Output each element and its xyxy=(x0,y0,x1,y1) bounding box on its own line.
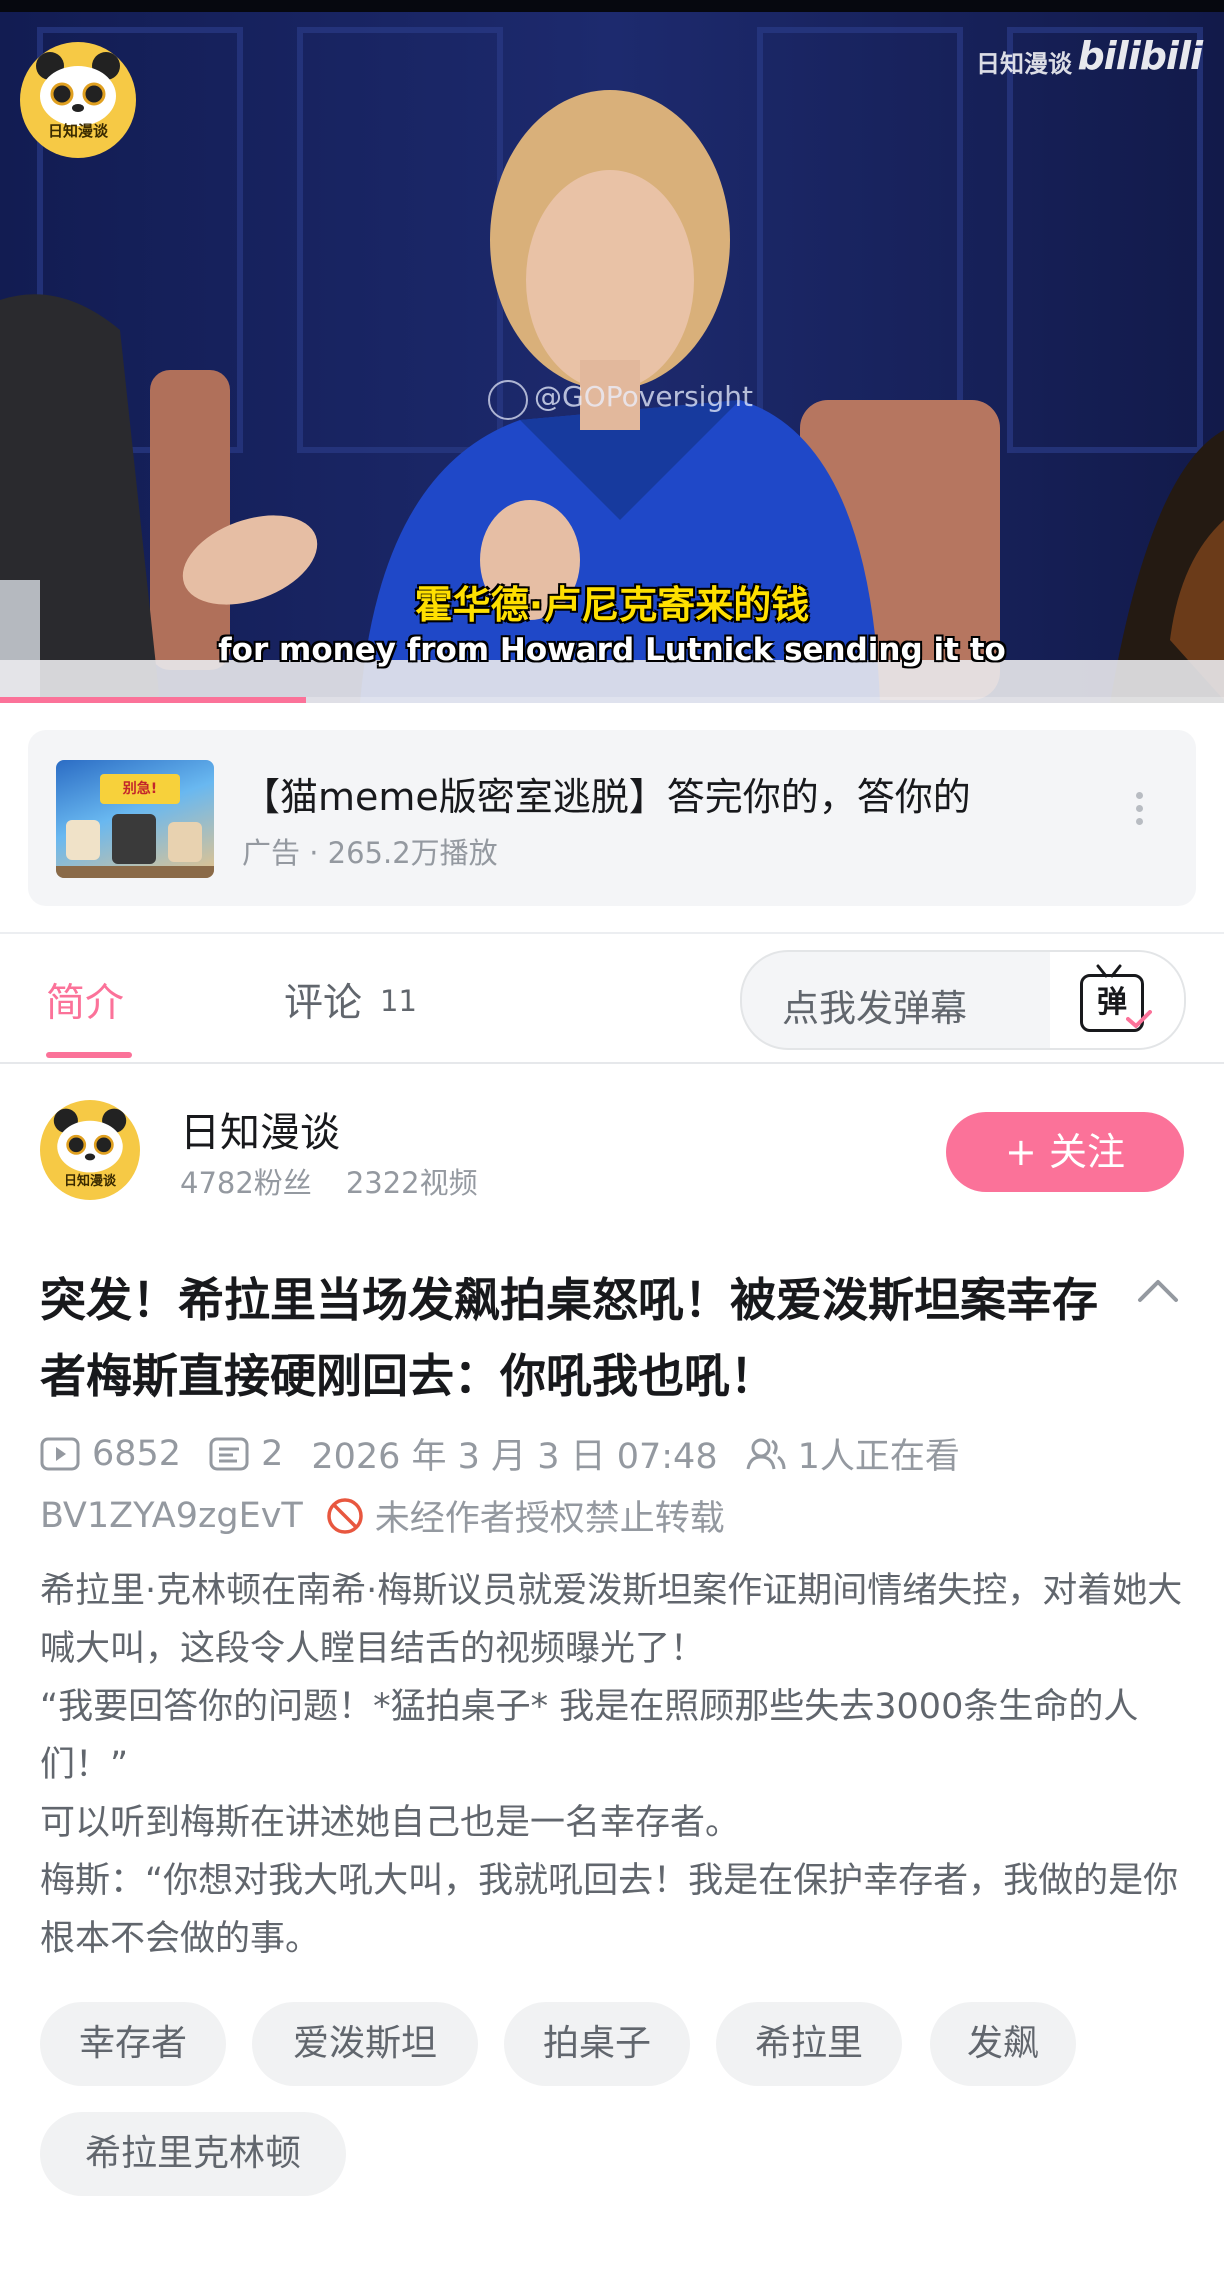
tab-intro[interactable]: 简介 xyxy=(46,972,124,1028)
collapse-chevron-icon[interactable] xyxy=(1136,1276,1180,1304)
description-line: 梅斯：“你想对我大吼大叫，我就吼回去！我是在保护幸存者，我做的是你根本不会做的事… xyxy=(40,1861,1179,1959)
video-player[interactable]: 日知漫谈 日知漫谈 bilibili @GOPoversight 霍华德·卢尼克… xyxy=(0,0,1224,703)
danmaku-count-icon xyxy=(209,1437,249,1470)
danmaku-input[interactable]: 点我发弹幕 弹 xyxy=(740,950,1186,1050)
more-vertical-icon[interactable] xyxy=(1136,792,1144,831)
danmaku-placeholder: 点我发弹幕 xyxy=(782,987,967,1030)
follow-button[interactable]: + 关注 xyxy=(946,1112,1184,1192)
ad-thumbnail-banner: 别急! xyxy=(100,774,180,804)
play-count-icon xyxy=(40,1437,80,1470)
description-line: “我要回答你的问题！*猛拍桌子* 我是在照顾那些失去3000条生命的人们！” xyxy=(40,1687,1139,1785)
channel-logo-text: 日知漫谈 xyxy=(47,122,108,140)
ad-title[interactable]: 【猫meme版密室逃脱】答完你的，答你的 xyxy=(242,766,971,821)
ad-thumbnail: 别急! xyxy=(56,760,214,878)
channel-logo-avatar: 日知漫谈 xyxy=(20,42,136,158)
uploader-videos: 2322视频 xyxy=(345,1166,478,1200)
tab-comments[interactable]: 评论 xyxy=(284,972,362,1028)
overlay-handle-text: @GOPoversight xyxy=(534,380,753,413)
uploader-stats: 4782粉丝 2322视频 xyxy=(180,1160,512,1202)
avatar-text: 日知漫谈 xyxy=(63,1174,116,1189)
video-stats-row: 6852 2 2026 年 3 月 3 日 07:48 1人正在看 xyxy=(40,1428,988,1479)
ad-meta: 广告 · 265.2万播放 xyxy=(242,836,498,870)
tag-chip[interactable]: 幸存者 xyxy=(40,2002,226,2086)
no-repost-icon xyxy=(327,1497,363,1534)
watching-icon xyxy=(746,1438,786,1469)
ad-card[interactable]: 别急! 【猫meme版密室逃脱】答完你的，答你的 广告 · 265.2万播放 xyxy=(28,730,1196,906)
tag-chip[interactable]: 希拉里 xyxy=(716,2002,902,2086)
progress-bar-fill xyxy=(0,697,306,703)
copyright-notice: 未经作者授权禁止转载 xyxy=(374,1499,725,1539)
video-description: 希拉里·克林顿在南希·梅斯议员就爱泼斯坦案作证期间情绪失控，对着她大喊大叫，这段… xyxy=(40,1562,1190,1968)
description-line: 可以听到梅斯在讲述她自己也是一名幸存者。 xyxy=(40,1803,741,1843)
detail-tabs: 简介 评论 11 点我发弹幕 弹 xyxy=(0,932,1224,1064)
tab-active-indicator xyxy=(46,1052,132,1058)
status-bar-strip xyxy=(0,0,1224,12)
tag-chip[interactable]: 拍桌子 xyxy=(504,2002,690,2086)
video-title: 突发！希拉里当场发飙拍桌怒吼！被爱泼斯坦案幸存者梅斯直接硬刚回去：你吼我也吼！ xyxy=(40,1273,1098,1403)
ad-thumbnail-cats xyxy=(56,814,214,878)
publish-date: 2026 年 3 月 3 日 07:48 xyxy=(311,1437,718,1477)
video-id-row: BV1ZYA9zgEvT 未经作者授权禁止转载 xyxy=(40,1490,725,1541)
subtitle-english: for money from Howard Lutnick sending it… xyxy=(218,632,1006,668)
tag-chip[interactable]: 爱泼斯坦 xyxy=(252,2002,478,2086)
progress-bar[interactable] xyxy=(0,697,1224,703)
uploader-name[interactable]: 日知漫谈 xyxy=(180,1100,340,1158)
danmaku-count: 2 xyxy=(261,1433,284,1474)
bvid[interactable]: BV1ZYA9zgEvT xyxy=(40,1496,303,1536)
avatar[interactable]: 日知漫谈 xyxy=(40,1100,140,1200)
tag-chip[interactable]: 发飙 xyxy=(930,2002,1076,2086)
view-count: 6852 xyxy=(92,1433,182,1474)
tab-comments-count: 11 xyxy=(380,984,417,1018)
watching-now: 1人正在看 xyxy=(797,1437,960,1477)
uploader-fans: 4782粉丝 xyxy=(180,1166,312,1200)
subtitle-chinese: 霍华德·卢尼克寄来的钱 xyxy=(414,583,810,627)
watermark-channel: 日知漫谈 xyxy=(976,50,1072,78)
tag-chip[interactable]: 希拉里克林顿 xyxy=(40,2112,346,2196)
overlay-seal-icon xyxy=(488,380,528,420)
description-line: 希拉里·克林顿在南希·梅斯议员就爱泼斯坦案作证期间情绪失控，对着她大喊大叫，这段… xyxy=(40,1571,1183,1669)
danmaku-toggle-button[interactable]: 弹 xyxy=(1050,952,1184,1048)
check-icon xyxy=(1126,1010,1152,1028)
bilibili-logo: bilibili xyxy=(1077,34,1203,78)
